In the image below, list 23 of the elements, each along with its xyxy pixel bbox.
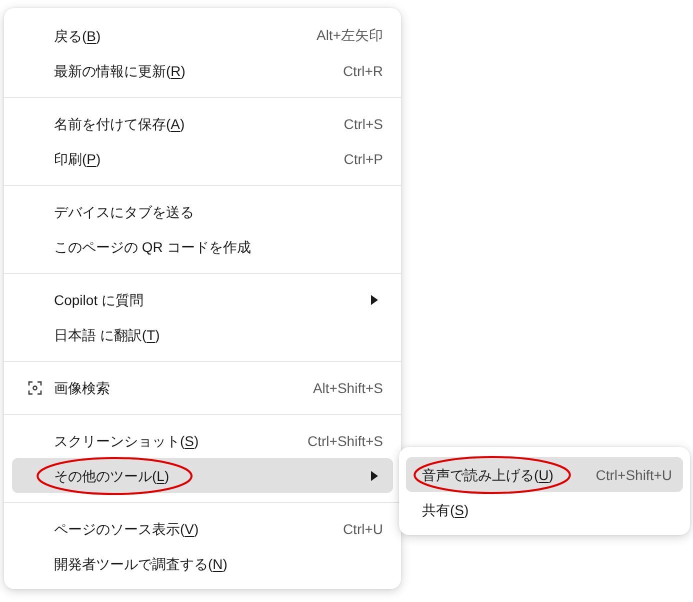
shortcut-text: Ctrl+P (344, 150, 383, 166)
menu-item[interactable]: 画像検索 Alt+Shift+S (12, 370, 393, 405)
shortcut-text: Ctrl+Shift+S (308, 432, 383, 448)
shortcut-text: Ctrl+R (342, 62, 383, 78)
menu-item[interactable]: ページのソース表示(V) Ctrl+U (12, 511, 393, 546)
menu-item[interactable]: 共有(S) (406, 492, 683, 527)
shortcut-text: Alt+Shift+S (312, 380, 383, 396)
menu-item[interactable]: 音声で読み上げる(U) Ctrl+Shift+U (406, 457, 683, 492)
shortcut-text: Ctrl+S (344, 116, 383, 132)
menu-item[interactable]: デバイスにタブを送る (12, 194, 393, 229)
menu-item[interactable]: 戻る(B) Alt+左矢印 (12, 18, 393, 53)
menu-item[interactable]: 名前を付けて保存(A) Ctrl+S (12, 106, 393, 141)
shortcut-text: Alt+左矢印 (316, 26, 383, 44)
menu-item[interactable]: 開発者ツールで調査する(N) (12, 546, 393, 581)
menu-item[interactable]: スクリーンショット(S) Ctrl+Shift+S (12, 423, 393, 458)
menu-item[interactable]: その他のツール(L) (12, 458, 393, 493)
menu-item[interactable]: 最新の情報に更新(R) Ctrl+R (12, 53, 393, 88)
menu-item[interactable]: このページの QR コードを作成 (12, 229, 393, 264)
menu-item[interactable]: 印刷(P) Ctrl+P (12, 141, 393, 176)
shortcut-text: Ctrl+U (342, 520, 383, 536)
shortcut-text: Ctrl+Shift+U (596, 466, 672, 482)
menu-item[interactable]: Copilot に質問 (12, 282, 393, 317)
menu-item[interactable]: 日本語 に翻訳(T) (12, 317, 393, 352)
